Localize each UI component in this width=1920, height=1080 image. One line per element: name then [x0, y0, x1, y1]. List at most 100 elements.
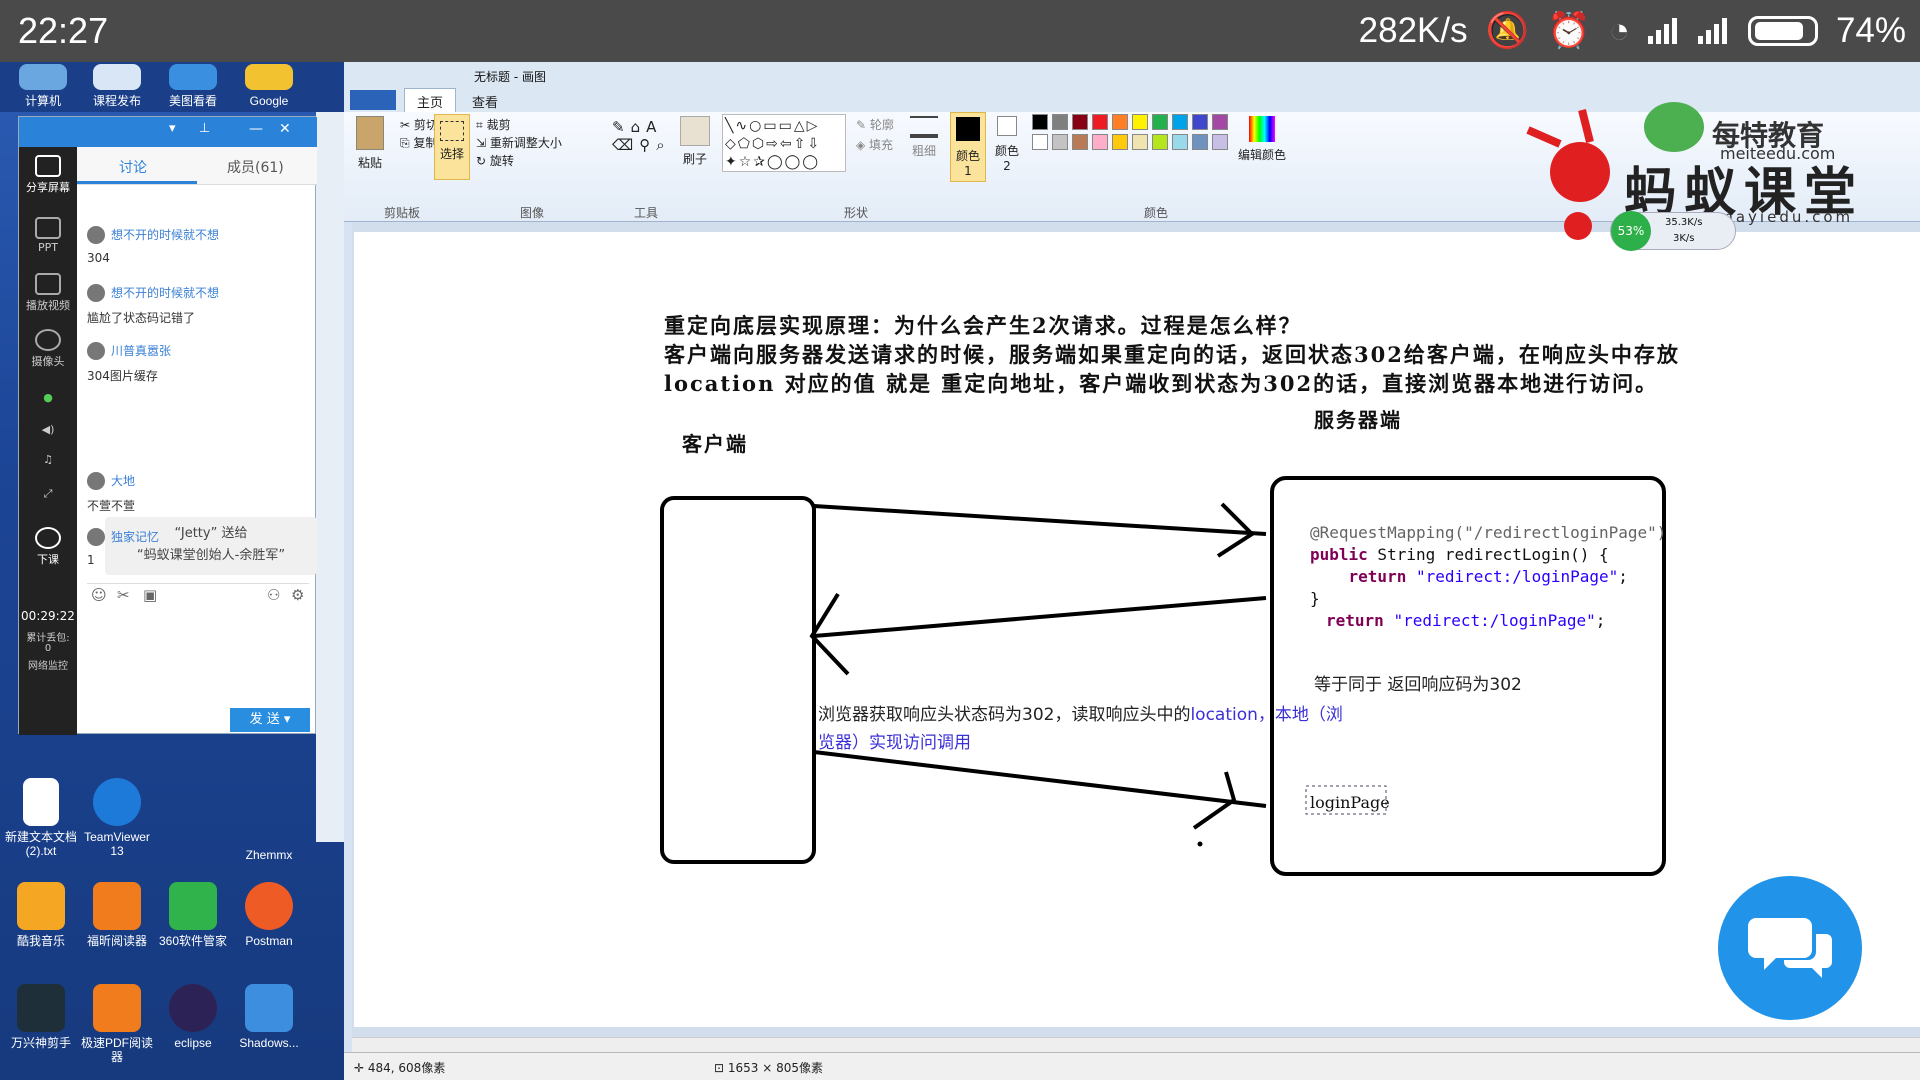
file-menu-button[interactable]: [350, 90, 396, 110]
palette-swatch[interactable]: [1032, 134, 1048, 150]
chevron-down-icon[interactable]: ▾: [169, 121, 176, 136]
desktop-icon-text-file[interactable]: 新建文本文档 (2).txt: [2, 778, 80, 858]
copy-button[interactable]: ⎘ 复制: [400, 134, 437, 151]
login-page-text[interactable]: loginPage: [1310, 792, 1390, 814]
color1-button[interactable]: 颜色 1: [950, 112, 986, 182]
code-block: @RequestMapping("/redirectloginPage") pu…: [1310, 523, 1667, 608]
qq-panel-header: ✕ — ⊥ ▾: [19, 117, 317, 147]
palette-swatch[interactable]: [1152, 114, 1168, 130]
cut-button[interactable]: ✂ 剪切: [400, 116, 438, 133]
fill-button[interactable]: ◈ 填充: [856, 136, 893, 153]
palette-swatch[interactable]: [1132, 134, 1148, 150]
palette-swatch[interactable]: [1132, 114, 1148, 130]
drawing-canvas[interactable]: 重定向底层实现原理：为什么会产生2次请求。过程是怎么样？ 客户端向服务器发送请求…: [354, 232, 1920, 1027]
palette-swatch[interactable]: [1212, 134, 1228, 150]
size-button[interactable]: 粗细: [910, 116, 938, 159]
desktop-icon-shadowsocks[interactable]: Shadows...: [230, 984, 308, 1050]
chat-message: 想不开的时候就不想 尴尬了状态码记错了: [87, 283, 309, 326]
brush-button[interactable]: 刷子: [680, 116, 710, 167]
chat-float-button[interactable]: [1718, 876, 1862, 1020]
desktop-icon-google[interactable]: Google: [230, 64, 308, 108]
chat-message: 大地 不萱不萱: [87, 471, 309, 514]
ppt-button[interactable]: PPT: [19, 217, 77, 254]
palette-swatch[interactable]: [1052, 134, 1068, 150]
desktop-icon-course[interactable]: 课程发布: [78, 64, 156, 108]
send-button[interactable]: 发 送 ▾: [230, 708, 310, 732]
palette-swatch[interactable]: [1052, 114, 1068, 130]
camera-button[interactable]: 摄像头: [19, 329, 77, 369]
tab-discussion[interactable]: 讨论: [119, 157, 147, 177]
speed-percent: 53%: [1611, 211, 1651, 251]
heading-line-3: location 对应的值 就是 重定向地址，客户端收到状态为302的话，直接浏…: [664, 371, 1659, 396]
desktop-icon-postman[interactable]: Postman: [230, 882, 308, 948]
desktop-icon-eclipse[interactable]: eclipse: [154, 984, 232, 1050]
heading-line-2: 客户端向服务器发送请求的时候，服务端如果重定向的话，返回状态302给客户端，在响…: [664, 342, 1680, 367]
desktop-icon-filmora[interactable]: 万兴神剪手: [2, 984, 80, 1050]
scissors-icon[interactable]: ✂: [117, 586, 130, 604]
desktop-icon-zhemmx[interactable]: Zhemmx: [230, 848, 308, 862]
palette-swatch[interactable]: [1172, 134, 1188, 150]
palette-swatch[interactable]: [1192, 114, 1208, 130]
horizontal-scrollbar[interactable]: [352, 1037, 1920, 1052]
qq-classroom-panel: ✕ — ⊥ ▾ 分享屏幕 PPT 播放视频 摄像头 ● ◀) ♫ ⤢ 下课 00…: [18, 116, 317, 735]
music-icon[interactable]: ♫: [19, 453, 77, 466]
people-icon[interactable]: ⚇: [267, 586, 280, 604]
palette-swatch[interactable]: [1172, 114, 1188, 130]
mic-icon[interactable]: ●: [19, 391, 77, 404]
edit-colors-button[interactable]: 编辑颜色: [1238, 116, 1286, 163]
background-window: [316, 112, 344, 842]
palette-swatch[interactable]: [1112, 114, 1128, 130]
end-class-button[interactable]: 下课: [19, 527, 77, 567]
desktop-icon-foxit[interactable]: 福昕阅读器: [78, 882, 156, 948]
tab-members[interactable]: 成员(61): [227, 157, 284, 177]
outline-button[interactable]: ✎ 轮廓: [856, 116, 894, 133]
code-snippet-2: return "redirect:/loginPage";: [1326, 611, 1606, 630]
chat-input[interactable]: [77, 609, 317, 699]
select-button[interactable]: 选择: [434, 114, 470, 180]
color2-button[interactable]: 颜色 2: [992, 116, 1022, 173]
minimize-icon[interactable]: —: [249, 121, 263, 137]
speed-down: 3K/s: [1673, 233, 1695, 244]
palette-swatch[interactable]: [1212, 114, 1228, 130]
tab-home[interactable]: 主页: [404, 88, 457, 112]
packet-loss-value: 0: [44, 643, 52, 654]
crop-button[interactable]: ⌗ 裁剪: [476, 116, 511, 133]
palette-swatch[interactable]: [1112, 134, 1128, 150]
desktop-icon-pdf[interactable]: 极速PDF阅读器: [78, 984, 156, 1064]
tab-view[interactable]: 查看: [472, 92, 498, 111]
shapes-gallery[interactable]: ╲∿○▭▭△▷ ◇⬠⬡⇨⇦⇧⇩ ✦☆✰◯◯◯: [722, 114, 846, 172]
redirect-arrow-line: [813, 750, 1267, 808]
palette-swatch[interactable]: [1072, 134, 1088, 150]
palette-swatch[interactable]: [1072, 114, 1088, 130]
gear-icon[interactable]: ⚙: [291, 586, 304, 604]
pin-icon[interactable]: ⊥: [199, 121, 210, 136]
desktop-icon-kuwo[interactable]: 酷我音乐: [2, 882, 80, 948]
play-video-button[interactable]: 播放视频: [19, 273, 77, 313]
palette-swatch[interactable]: [1152, 134, 1168, 150]
qq-tabs: 讨论 成员(61): [77, 147, 317, 185]
desktop-icon-teamviewer[interactable]: TeamViewer 13: [78, 778, 156, 858]
packet-loss-label: 累计丢包:: [26, 633, 70, 644]
cursor-position: ✛ 484, 608像素: [354, 1061, 446, 1075]
tools-group[interactable]: ✎⌂A ⌫⚲⌕: [612, 118, 671, 154]
ant-logo-icon: [1526, 109, 1610, 240]
speaker-icon[interactable]: ◀): [19, 423, 77, 436]
equivalent-note: 等于同于 返回响应码为302: [1314, 675, 1522, 695]
desktop-icon-360[interactable]: 360软件管家: [154, 882, 232, 948]
rotate-button[interactable]: ↻ 旋转: [476, 152, 514, 169]
palette-swatch[interactable]: [1032, 114, 1048, 130]
paste-button[interactable]: 粘贴: [356, 116, 384, 171]
resize-button[interactable]: ⇲ 重新调整大小: [476, 134, 562, 151]
group-colors: 颜色: [1144, 206, 1169, 220]
close-icon[interactable]: ✕: [279, 121, 291, 137]
expand-icon[interactable]: ⤢: [19, 487, 77, 501]
emoji-icon[interactable]: ☺: [91, 586, 107, 604]
desktop-icon-computer[interactable]: 计算机: [4, 64, 82, 108]
desktop-icon-meitu[interactable]: 美图看看: [154, 64, 232, 108]
share-screen-button[interactable]: 分享屏幕: [19, 155, 77, 195]
palette-swatch[interactable]: [1092, 114, 1108, 130]
image-icon[interactable]: ▣: [143, 586, 157, 604]
palette-swatch[interactable]: [1092, 134, 1108, 150]
client-label: 客户端: [682, 432, 748, 456]
palette-swatch[interactable]: [1192, 134, 1208, 150]
